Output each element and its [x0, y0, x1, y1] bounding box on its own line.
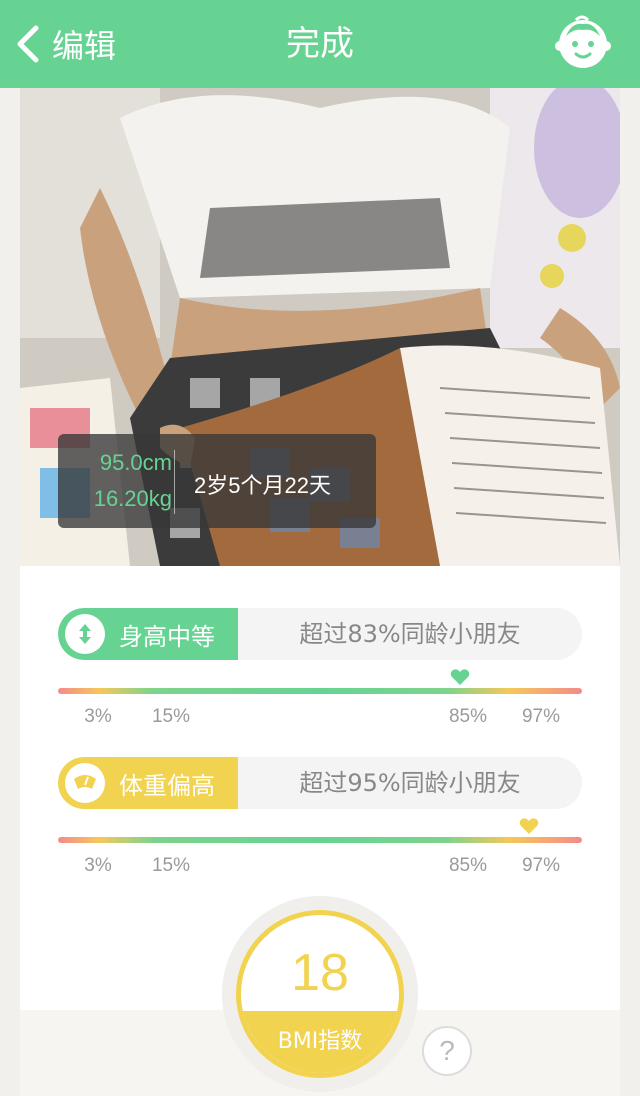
- tick-label: 97%: [521, 706, 561, 727]
- tick-label: 97%: [521, 855, 561, 876]
- bmi-value: 18: [291, 944, 349, 1002]
- height-value: 95.0cm: [99, 450, 172, 475]
- age-value: 2岁5个月22天: [194, 473, 331, 498]
- nav-bar: 编辑 完成: [0, 0, 640, 88]
- height-tag: 身高中等: [58, 608, 238, 660]
- baby-face-icon[interactable]: [552, 14, 614, 72]
- scale-icon: [65, 763, 105, 803]
- child-photo: 95.0cm 16.20kg 2岁5个月22天: [20, 88, 620, 566]
- tick-label: 85%: [448, 706, 488, 727]
- weight-pill: 体重偏高 超过95%同龄小朋友: [58, 757, 582, 809]
- height-pill: 身高中等 超过83%同龄小朋友: [58, 608, 582, 660]
- weight-tag: 体重偏高: [58, 757, 238, 809]
- height-ticks: 3% 15% 85% 97%: [58, 706, 582, 730]
- weight-value: 16.20kg: [93, 486, 172, 511]
- up-down-arrow-icon: [65, 614, 105, 654]
- result-card: 95.0cm 16.20kg 2岁5个月22天 身高中等 超过83%同龄小朋友 …: [20, 88, 620, 1096]
- weight-description: 超过95%同龄小朋友: [299, 769, 521, 797]
- tick-label: 3%: [84, 855, 112, 876]
- help-button[interactable]: ?: [422, 1026, 472, 1076]
- height-percentile-bar: [58, 688, 582, 694]
- heart-icon: [519, 817, 539, 835]
- tick-label: 3%: [84, 706, 112, 727]
- overlay-divider: [174, 450, 175, 514]
- weight-ticks: 3% 15% 85% 97%: [58, 855, 582, 879]
- page-title: 完成: [286, 24, 354, 64]
- bmi-gauge[interactable]: 18 BMI指数: [236, 910, 404, 1078]
- tick-label: 15%: [151, 706, 191, 727]
- tick-label: 85%: [448, 855, 488, 876]
- weight-percentile-bar: [58, 837, 582, 843]
- height-description: 超过83%同龄小朋友: [299, 620, 521, 648]
- height-tag-label: 身高中等: [119, 622, 215, 651]
- bmi-label: BMI指数: [277, 1029, 363, 1054]
- weight-tag-label: 体重偏高: [119, 771, 215, 800]
- measurement-overlay: 95.0cm 16.20kg 2岁5个月22天: [58, 434, 376, 528]
- tick-label: 15%: [151, 855, 191, 876]
- heart-icon: [450, 668, 470, 686]
